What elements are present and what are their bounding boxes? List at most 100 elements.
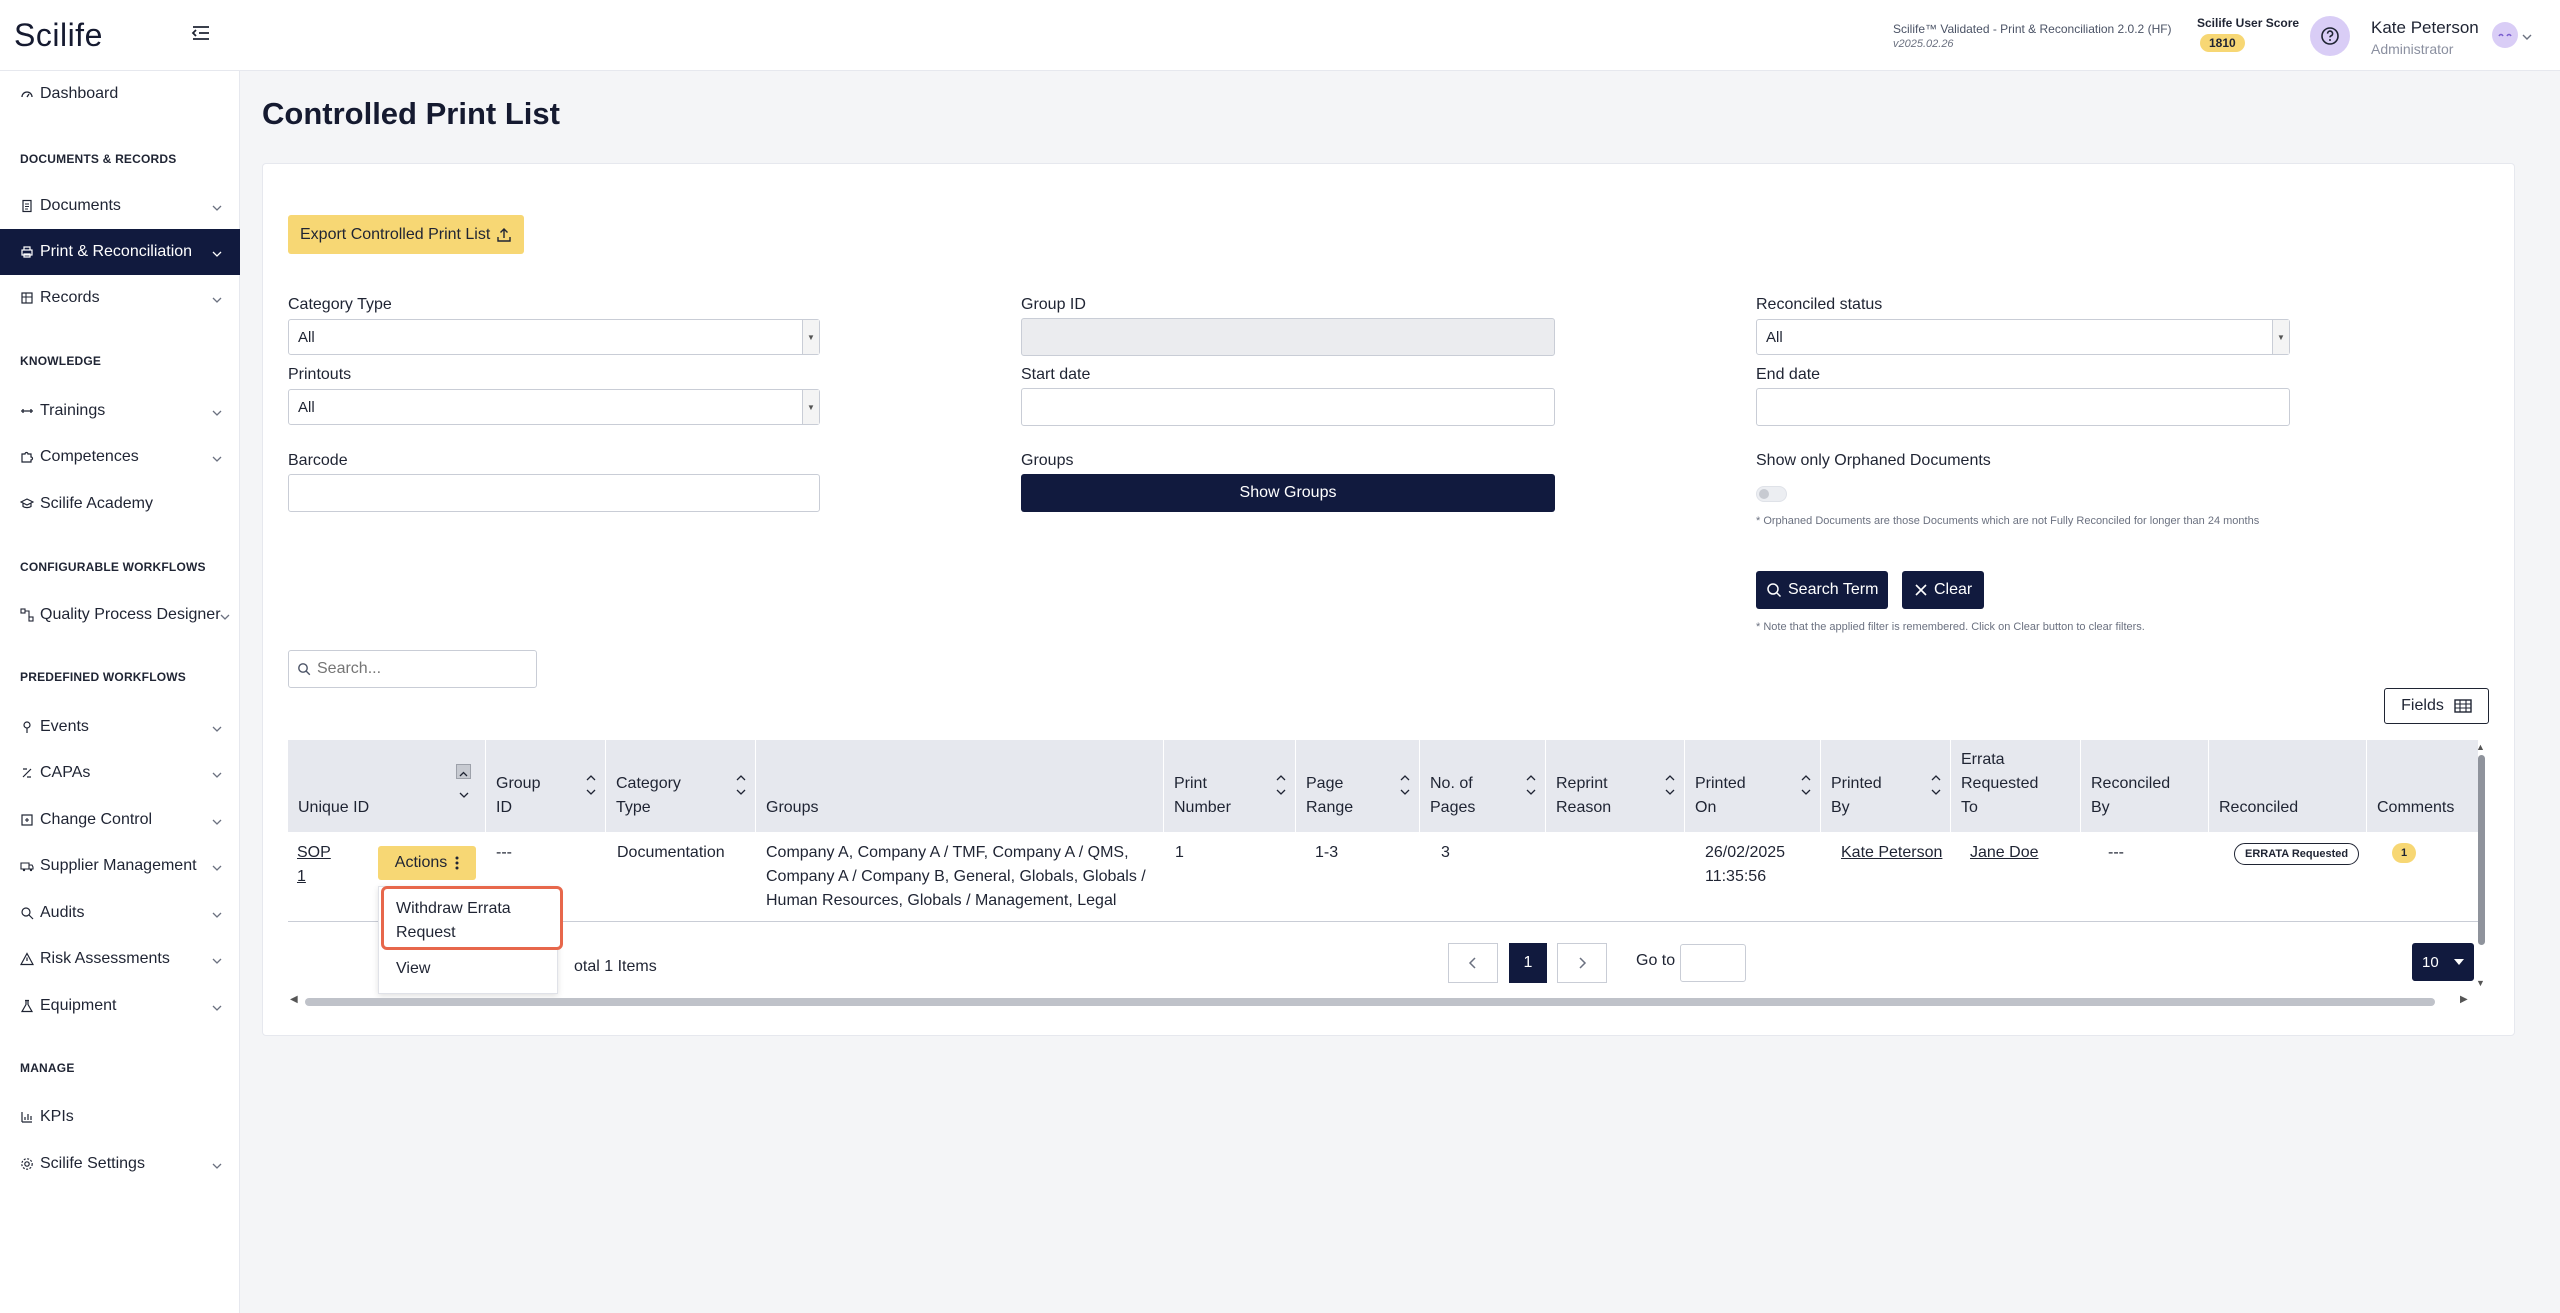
column-label: Errata Requested To [1961,751,2039,816]
start-date-input[interactable] [1021,388,1555,426]
column-reprint-reason[interactable]: Reprint Reason [1546,740,1685,832]
sidebar: Dashboard DOCUMENTS & RECORDS Documents … [0,71,240,1313]
column-reconciled[interactable]: Reconciled [2209,740,2367,832]
end-date-input[interactable] [1756,388,2290,426]
scroll-left-arrow-icon[interactable]: ◀ [290,994,298,1005]
barcode-input[interactable] [288,474,820,512]
sort-desc-icon[interactable] [458,784,470,808]
chevron-down-icon [212,720,222,738]
sidebar-item-records[interactable]: Records [0,275,240,321]
actions-button[interactable]: Actions [378,846,476,880]
sidebar-item-scilife-settings[interactable]: Scilife Settings [0,1141,240,1187]
category-type-label: Category Type [288,296,392,313]
printouts-select[interactable]: All ▼ [288,389,820,425]
column-reconciled-by[interactable]: Reconciled By [2081,740,2209,832]
sidebar-item-change-control[interactable]: Change Control [0,797,240,843]
column-group-id[interactable]: Group ID [486,740,606,832]
column-groups[interactable]: Groups [756,740,1164,832]
sidebar-item-kpis[interactable]: KPIs [0,1094,240,1140]
audit-icon [18,904,36,922]
menu-item-view[interactable]: View [396,960,430,978]
column-category-type[interactable]: Category Type [606,740,756,832]
cell-groups: Company A, Company A / TMF, Company A / … [766,844,1146,909]
horizontal-scrollbar[interactable] [305,998,2435,1006]
dashboard-icon [18,85,36,103]
menu-item-withdraw-errata-request[interactable]: Withdraw Errata Request [381,886,563,950]
column-comments[interactable]: Comments [2367,740,2478,832]
section-knowledge: KNOWLEDGE [20,354,102,368]
help-button[interactable] [2310,16,2350,56]
user-info[interactable]: Kate Peterson Administrator [2371,18,2479,57]
column-printed-on[interactable]: Printed On [1685,740,1821,832]
status-badge: ERRATA Requested [2234,843,2360,865]
printouts-label: Printouts [288,366,352,383]
goto-label: Go to [1636,952,1676,969]
goto-page-input[interactable] [1680,944,1746,982]
sidebar-item-equipment[interactable]: Equipment [0,983,240,1029]
sidebar-item-quality-process-designer[interactable]: Quality Process Designer [0,592,240,638]
scilife-logo[interactable]: Scilife [14,17,103,54]
export-label: Export Controlled Print List [300,225,491,243]
prev-page-button[interactable] [1448,943,1498,983]
reconciled-status-select[interactable]: All ▼ [1756,319,2290,355]
clear-button[interactable]: Clear [1902,571,1985,609]
avatar[interactable] [2492,22,2518,48]
trainings-icon [18,402,36,420]
table-search[interactable] [288,650,537,688]
printed-by-link[interactable]: Kate Peterson [1841,841,1942,865]
page-button-current[interactable]: 1 [1509,943,1547,983]
sort-icon [586,775,596,795]
search-term-button[interactable]: Search Term [1756,571,1889,609]
sidebar-item-label: Audits [40,904,85,921]
column-no-of-pages[interactable]: No. of Pages [1420,740,1546,832]
sort-asc-icon[interactable] [456,764,471,779]
comments-count-badge[interactable]: 1 [2392,843,2416,863]
vertical-scrollbar[interactable] [2478,755,2485,945]
scroll-right-arrow-icon[interactable]: ▶ [2460,994,2468,1005]
sidebar-item-supplier-management[interactable]: Supplier Management [0,843,240,889]
column-printed-by[interactable]: Printed By [1821,740,1951,832]
column-page-range[interactable]: Page Range [1296,740,1420,832]
show-groups-button[interactable]: Show Groups [1021,474,1555,512]
column-label: No. of Pages [1430,775,1476,816]
sidebar-item-academy[interactable]: Scilife Academy [0,481,240,527]
sidebar-item-events[interactable]: Events [0,704,240,750]
fields-button[interactable]: Fields [2384,688,2489,724]
sidebar-item-risk-assessments[interactable]: Risk Assessments [0,936,240,982]
next-page-button[interactable] [1557,943,1607,983]
column-print-number[interactable]: Print Number [1164,740,1296,832]
sidebar-item-audits[interactable]: Audits [0,890,240,936]
orphaned-toggle[interactable] [1756,486,1787,502]
cell-print-number: 1 [1175,844,1184,861]
sidebar-item-documents[interactable]: Documents [0,183,240,229]
column-unique-id[interactable]: Unique ID [288,740,486,832]
scroll-down-arrow-icon[interactable]: ▼ [2476,978,2485,988]
chevron-down-icon [212,813,222,831]
version-line: Scilife™ Validated - Print & Reconciliat… [1893,22,2172,36]
sort-icon [1400,775,1410,795]
search-icon [1767,583,1782,598]
sidebar-item-print-reconciliation[interactable]: Print & Reconciliation [0,229,240,275]
change-icon [18,811,36,829]
page-size-select[interactable]: 10 [2412,943,2474,981]
user-name: Kate Peterson [2371,18,2479,37]
search-input[interactable] [317,660,517,678]
sidebar-item-trainings[interactable]: Trainings [0,388,240,434]
sidebar-item-capas[interactable]: CAPAs [0,750,240,796]
sidebar-item-dashboard[interactable]: Dashboard [0,71,240,117]
barcode-label: Barcode [288,452,348,469]
sidebar-item-competences[interactable]: Competences [0,434,240,480]
export-button[interactable]: Export Controlled Print List [288,215,525,254]
sidebar-collapse-icon[interactable] [190,22,216,48]
column-errata-requested-to[interactable]: Errata Requested To [1951,740,2081,832]
chevron-down-icon [212,952,222,970]
category-type-select[interactable]: All ▼ [288,319,820,355]
chevron-left-icon [1468,957,1476,969]
unique-id-link[interactable]: SOP 1 [297,841,331,889]
scroll-up-arrow-icon[interactable]: ▲ [2476,742,2485,752]
reconciled-status-value: All [1766,328,1783,346]
sidebar-item-label: Trainings [40,402,106,419]
chevron-down-icon[interactable] [2522,28,2532,46]
sidebar-item-label: Dashboard [40,85,119,102]
errata-to-link[interactable]: Jane Doe [1970,841,2039,865]
